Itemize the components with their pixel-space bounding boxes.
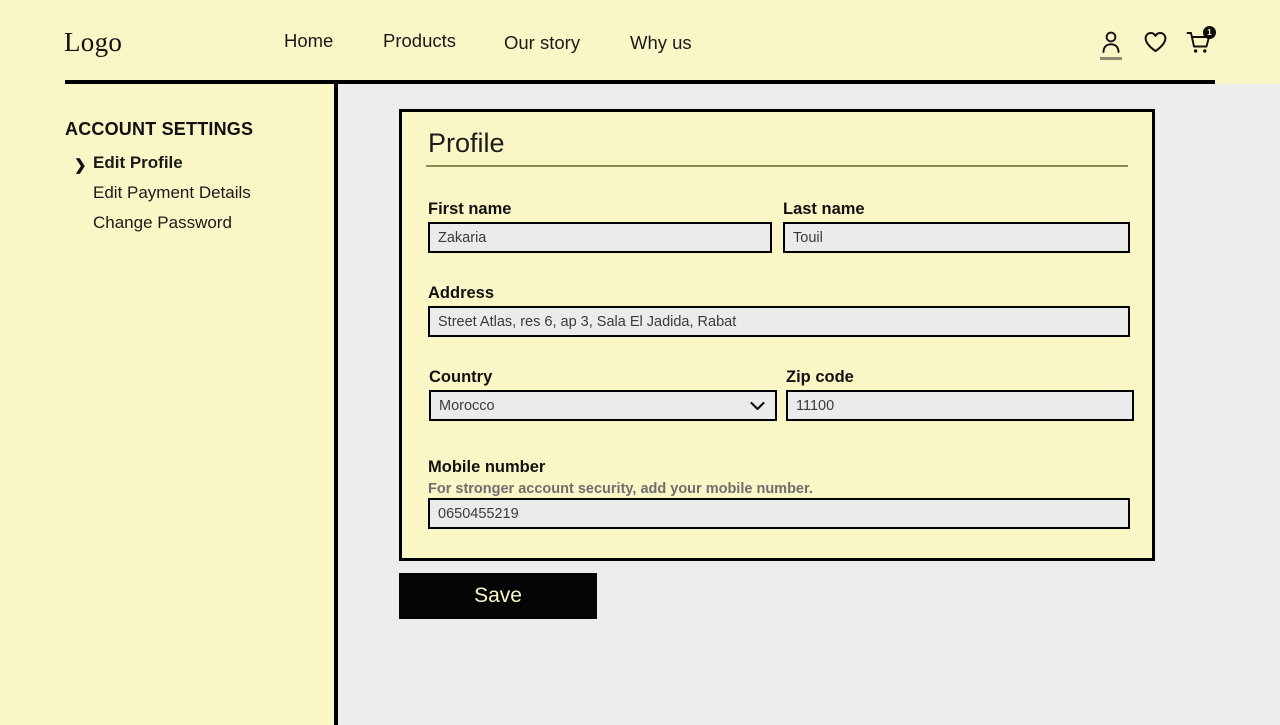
sidebar-item-edit-payment-details[interactable]: Edit Payment Details bbox=[65, 183, 251, 203]
nav-item-home[interactable]: Home bbox=[284, 30, 333, 52]
mobile-number-input[interactable]: 0650455219 bbox=[428, 498, 1130, 529]
sidebar-item-edit-profile[interactable]: ❯ Edit Profile bbox=[65, 153, 183, 174]
profile-card: Profile First name Zakaria Last name Tou… bbox=[399, 109, 1155, 561]
title-divider bbox=[426, 165, 1128, 167]
sidebar-item-label: Edit Payment Details bbox=[93, 183, 251, 202]
cart-count-badge: 1 bbox=[1203, 26, 1216, 39]
nav-item-why-us[interactable]: Why us bbox=[630, 32, 692, 54]
account-sidebar: ACCOUNT SETTINGS ❯ Edit Profile Edit Pay… bbox=[0, 84, 338, 725]
last-name-label: Last name bbox=[783, 200, 865, 218]
sidebar-item-label: Edit Profile bbox=[93, 153, 183, 172]
address-label: Address bbox=[428, 284, 495, 302]
site-header: Logo Home Products Our story Why us 1 bbox=[0, 0, 1280, 84]
chevron-down-icon bbox=[750, 401, 765, 411]
sidebar-item-change-password[interactable]: Change Password bbox=[65, 213, 232, 233]
chevron-right-icon: ❯ bbox=[74, 157, 87, 174]
country-label: Country bbox=[429, 368, 493, 386]
country-select[interactable]: Morocco bbox=[429, 390, 777, 421]
zip-code-label: Zip code bbox=[786, 368, 854, 386]
zip-code-input[interactable]: 11100 bbox=[786, 390, 1134, 421]
first-name-input[interactable]: Zakaria bbox=[428, 222, 772, 253]
first-name-label: First name bbox=[428, 200, 512, 218]
nav-item-our-story[interactable]: Our story bbox=[504, 32, 580, 54]
nav-item-products[interactable]: Products bbox=[383, 30, 456, 52]
header-icon-group: 1 bbox=[1096, 26, 1216, 64]
sidebar-heading: ACCOUNT SETTINGS bbox=[65, 119, 254, 139]
country-selected-value: Morocco bbox=[439, 397, 495, 414]
sidebar-item-label: Change Password bbox=[93, 213, 232, 232]
page-title: Profile bbox=[428, 128, 505, 158]
account-active-indicator bbox=[1100, 57, 1122, 60]
wishlist-button[interactable] bbox=[1140, 30, 1170, 64]
account-button[interactable] bbox=[1096, 30, 1126, 64]
address-input[interactable]: Street Atlas, res 6, ap 3, Sala El Jadid… bbox=[428, 306, 1130, 337]
logo[interactable]: Logo bbox=[64, 27, 122, 58]
cart-button[interactable]: 1 bbox=[1184, 26, 1216, 64]
last-name-input[interactable]: Touil bbox=[783, 222, 1130, 253]
mobile-number-help-text: For stronger account security, add your … bbox=[428, 481, 813, 497]
main-content: Profile First name Zakaria Last name Tou… bbox=[342, 84, 1280, 725]
save-button[interactable]: Save bbox=[399, 573, 597, 619]
mobile-number-label: Mobile number bbox=[428, 458, 546, 476]
